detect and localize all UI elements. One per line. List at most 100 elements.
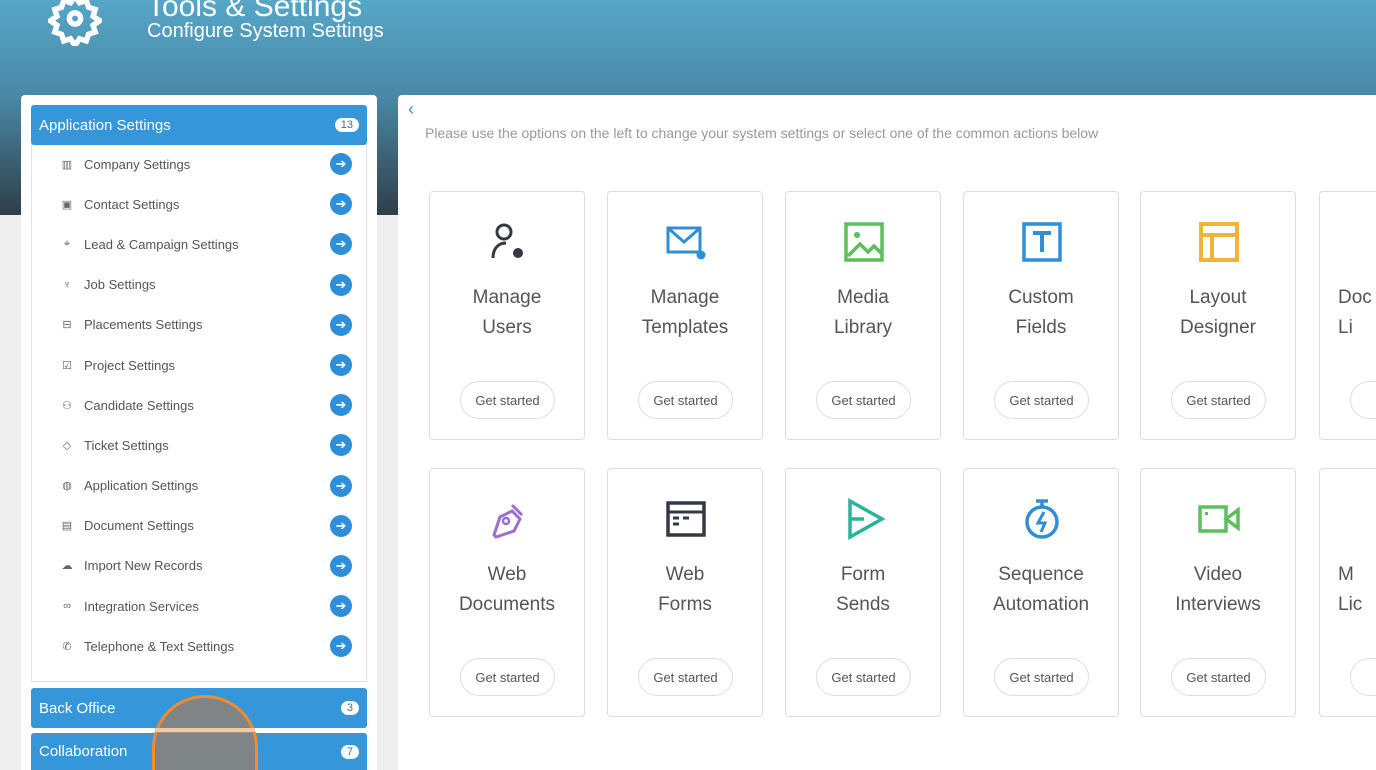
link-icon: ∞ <box>63 600 71 613</box>
card-title: Custom Fields <box>1008 287 1074 338</box>
sidebar-item[interactable]: ☑ Project Settings ➔ <box>32 345 366 385</box>
sidebar-item-label: Company Settings <box>84 156 191 172</box>
text-box-icon <box>1022 222 1062 262</box>
image-icon <box>844 222 884 262</box>
card-title: Layout Designer <box>1179 287 1257 338</box>
get-started-button[interactable]: Get started <box>994 381 1089 419</box>
action-card[interactable]: Web Forms Get started <box>607 468 763 717</box>
action-card[interactable]: Layout Designer Get started <box>1140 191 1296 440</box>
arrow-right-icon[interactable]: ➔ <box>330 153 352 176</box>
action-card[interactable]: Web Documents Get started <box>429 468 585 717</box>
get-started-button[interactable]: Get started <box>816 658 911 696</box>
sidebar-item[interactable]: ◍ Application Settings ➔ <box>32 466 366 506</box>
main-panel: ‹ Please use the options on the left to … <box>398 95 1376 770</box>
sidebar-item[interactable]: ⌖ Lead & Campaign Settings ➔ <box>32 224 366 264</box>
count-badge: 3 <box>340 701 359 715</box>
arrow-right-icon[interactable]: ➔ <box>330 595 352 618</box>
sidebar-item-label: Import New Records <box>84 558 203 574</box>
page-title: Tools & Settings <box>147 0 363 23</box>
sidebar-item-label: Contact Settings <box>84 196 180 212</box>
cloud-upload-icon: ☁ <box>61 560 73 573</box>
group-label: Back Office <box>39 699 116 717</box>
sidebar-item[interactable]: ◇ Ticket Settings ➔ <box>32 425 366 465</box>
sidebar-item-label: Job Settings <box>84 277 156 293</box>
globe-icon: ◍ <box>62 480 72 493</box>
action-card[interactable]: Manage Users Get started <box>429 191 585 440</box>
action-card[interactable]: Manage Templates Get started <box>607 191 763 440</box>
video-icon <box>1198 505 1240 533</box>
action-card[interactable]: Media Library Get started <box>785 191 941 440</box>
briefcase-icon: ⊟ <box>62 319 72 332</box>
sidebar-item-label: Project Settings <box>84 357 176 373</box>
sidebar-item[interactable]: ✆ Telephone & Text Settings ➔ <box>32 626 366 666</box>
sidebar-item[interactable]: ∞ Integration Services ➔ <box>32 586 366 626</box>
sidebar-item-label: Lead & Campaign Settings <box>84 236 239 252</box>
arrow-right-icon[interactable]: ➔ <box>330 233 352 256</box>
arrow-right-icon[interactable]: ➔ <box>330 554 352 577</box>
arrow-right-icon[interactable]: ➔ <box>330 193 352 216</box>
trophy-icon: ♆ <box>62 278 72 291</box>
arrow-right-icon[interactable]: ➔ <box>330 514 352 537</box>
action-card[interactable]: Doc Li <box>1319 191 1376 440</box>
send-icon <box>848 498 886 540</box>
action-card[interactable]: M Lic <box>1319 468 1376 717</box>
arrow-right-icon[interactable]: ➔ <box>330 313 352 336</box>
contact-card-icon: ▣ <box>61 198 73 211</box>
card-title: Sequence Automation <box>992 564 1090 615</box>
get-started-button[interactable]: Get started <box>1171 381 1266 419</box>
get-started-button[interactable]: Get started <box>1171 658 1266 696</box>
action-card[interactable]: Sequence Automation Get started <box>963 468 1119 717</box>
arrow-right-icon[interactable]: ➔ <box>330 273 352 296</box>
arrow-right-icon[interactable]: ➔ <box>330 635 352 658</box>
phone-icon: ✆ <box>62 640 72 653</box>
card-title: Web Forms <box>658 564 712 615</box>
card-title: Manage Templates <box>641 287 729 338</box>
card-title: Media Library <box>833 287 893 338</box>
settings-sidebar: Application Settings 13 ▥ Company Setting… <box>21 95 377 770</box>
get-started-button[interactable] <box>1350 658 1376 696</box>
arrow-right-icon[interactable]: ➔ <box>330 434 352 457</box>
back-chevron-icon[interactable]: ‹ <box>408 99 414 120</box>
sidebar-item-label: Ticket Settings <box>84 437 169 453</box>
tag-icon: ◇ <box>62 439 72 452</box>
get-started-button[interactable]: Get started <box>460 381 555 419</box>
card-title: Manage Users <box>472 287 542 338</box>
get-started-button[interactable]: Get started <box>460 658 555 696</box>
arrow-right-icon[interactable]: ➔ <box>330 394 352 417</box>
get-started-button[interactable]: Get started <box>638 381 733 419</box>
get-started-button[interactable] <box>1350 381 1376 419</box>
arrow-right-icon[interactable]: ➔ <box>330 354 352 377</box>
get-started-button[interactable]: Get started <box>994 658 1089 696</box>
get-started-button[interactable]: Get started <box>816 381 911 419</box>
settings-list: ▥ Company Settings ➔ ▣ Contact Settings ➔ ⌖ Lea… <box>31 144 367 682</box>
action-card[interactable]: Custom Fields Get started <box>963 191 1119 440</box>
sidebar-item[interactable]: ⊟ Placements Settings ➔ <box>32 305 366 345</box>
sidebar-item-label: Candidate Settings <box>84 397 194 413</box>
action-card[interactable]: Form Sends Get started <box>785 468 941 717</box>
card-title: M Lic <box>1338 564 1363 615</box>
sidebar-item[interactable]: ♆ Job Settings ➔ <box>32 265 366 305</box>
sidebar-item[interactable]: ▤ Document Settings ➔ <box>32 506 366 546</box>
mail-gear-icon <box>666 226 706 260</box>
count-badge: 13 <box>334 118 359 132</box>
arrow-right-icon[interactable]: ➔ <box>330 474 352 497</box>
sidebar-item[interactable]: ▥ Company Settings ➔ <box>32 144 366 184</box>
group-application-settings[interactable]: Application Settings 13 <box>31 105 367 145</box>
group-label: Application Settings <box>39 116 171 134</box>
users-icon: ⚇ <box>62 399 72 412</box>
count-badge: 7 <box>340 744 359 759</box>
get-started-button[interactable]: Get started <box>638 658 733 696</box>
sidebar-item[interactable]: ⚇ Candidate Settings ➔ <box>32 385 366 425</box>
sidebar-item-label: Application Settings <box>84 478 199 494</box>
intro-text: Please use the options on the left to ch… <box>425 125 1099 141</box>
stopwatch-icon <box>1025 499 1059 539</box>
sidebar-item[interactable]: ▣ Contact Settings ➔ <box>32 184 366 224</box>
gear-icon <box>48 0 102 46</box>
sidebar-item[interactable]: ☁ Import New Records ➔ <box>32 546 366 586</box>
target-icon: ⌖ <box>63 237 71 250</box>
action-card[interactable]: Video Interviews Get started <box>1140 468 1296 717</box>
sidebar-item-label: Integration Services <box>84 598 199 614</box>
page-subtitle: Configure System Settings <box>147 20 384 42</box>
pen-icon <box>492 503 524 539</box>
browser-icon <box>666 501 706 537</box>
